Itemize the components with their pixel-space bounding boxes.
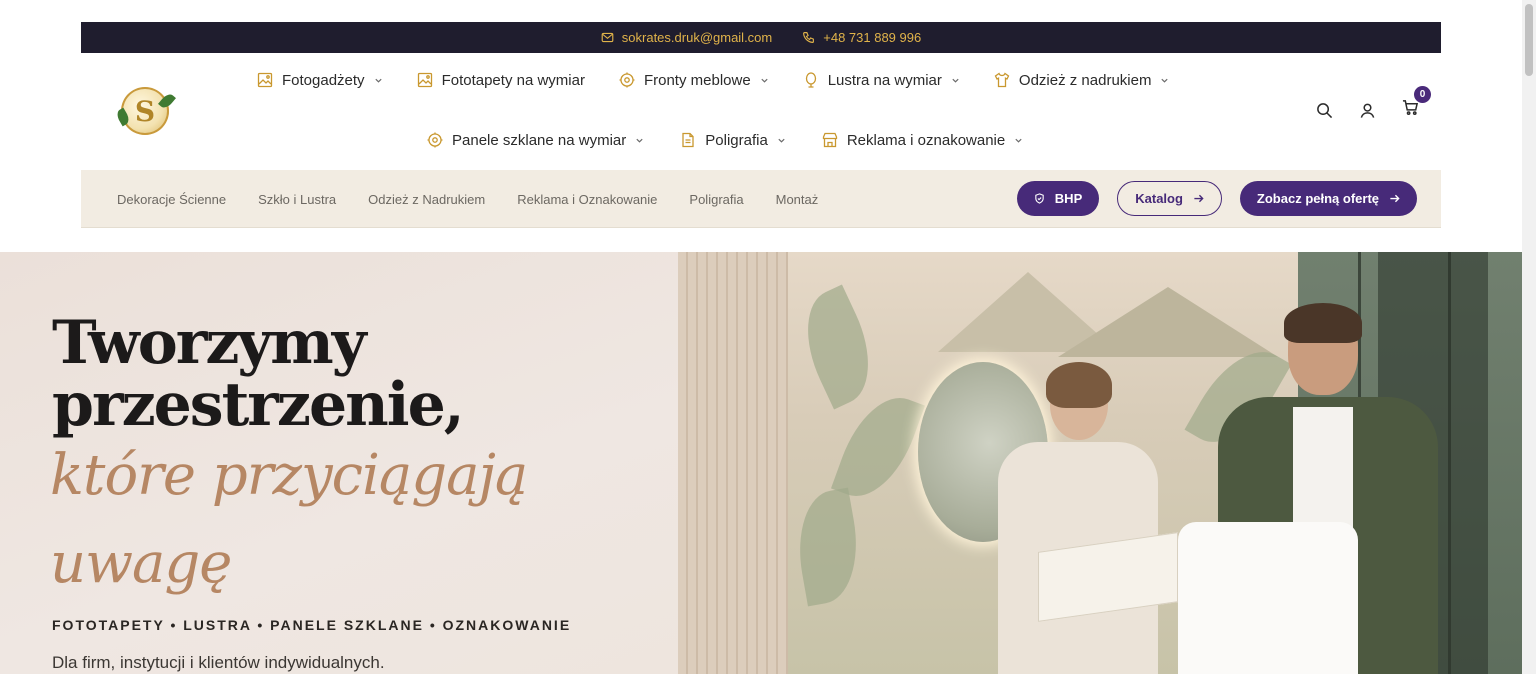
main-nav-row-2: Panele szklane na wymiar Poligrafia Rekl… [427,127,1023,153]
category-link-dekoracje[interactable]: Dekoracje Ścienne [117,192,226,207]
nav-item-label: Fotogadżety [282,71,365,89]
category-link-szklo[interactable]: Szkło i Lustra [258,192,336,207]
hero-script-heading: które przyciągają uwagę [50,432,570,608]
logo-leaf [114,107,132,127]
shield-icon [1035,193,1044,204]
header-actions: 0 [1316,86,1431,121]
target-icon [619,72,635,88]
document-icon [682,132,694,148]
chevron-down-icon [636,138,643,143]
full-offer-button[interactable]: Zobacz pełną ofertę [1239,181,1417,216]
full-offer-label: Zobacz pełną ofertę [1256,191,1379,206]
email-link[interactable]: sokrates.druk@gmail.com [601,30,772,45]
logo-leaf [158,91,176,111]
image-icon [417,72,432,88]
hero-section: Tworzymy przestrzenie, które przyciągają… [0,252,1522,674]
store-icon [822,132,837,148]
shirt-icon [994,72,1010,88]
category-actions: BHP Katalog Zobacz pełną ofertę [1016,181,1417,216]
chevron-down-icon [778,138,785,143]
category-bar: Dekoracje Ścienne Szkło i Lustra Odzież … [81,170,1441,228]
bhp-label: BHP [1054,191,1083,206]
nav-item-poligrafia[interactable]: Poligrafia [680,127,786,153]
nav-item-fotogadzety[interactable]: Fotogadżety [257,67,383,93]
site-logo[interactable]: S [114,87,176,135]
white-tshirt [1178,522,1358,674]
arrow-right-icon [1194,194,1204,203]
top-contact-bar: sokrates.druk@gmail.com +48 731 889 996 [81,22,1441,53]
man-hair [1284,303,1362,343]
category-link-montaz[interactable]: Montaż [776,192,819,207]
target-icon [427,132,443,148]
hero-title-line: przestrzenie, [52,370,465,440]
catalog-label: Katalog [1135,191,1183,206]
nav-item-label: Lustra na wymiar [827,71,942,89]
scrollbar-thumb[interactable] [1525,4,1533,76]
category-link-reklama[interactable]: Reklama i Oznakowanie [517,192,657,207]
hero-tagline: FOTOTAPETY • LUSTRA • PANELE SZKLANE • O… [52,617,572,633]
chevron-down-icon [1161,78,1169,83]
scrollbar[interactable] [1522,0,1536,674]
mirror-icon [805,72,816,88]
hero-text-panel: Tworzymy przestrzenie, które przyciągają… [0,252,678,674]
mail-icon [601,32,614,43]
nav-item-label: Reklama i oznakowanie [846,131,1006,149]
site-header: S Fotogadżety Fototapety na wymiar Front… [81,53,1441,170]
nav-item-label: Odzież z nadrukiem [1018,71,1152,89]
chevron-down-icon [1015,138,1022,143]
image-icon [257,72,273,88]
main-nav-row-1: Fotogadżety Fototapety na wymiar Fronty … [257,67,1169,93]
category-links: Dekoracje Ścienne Szkło i Lustra Odzież … [117,170,818,228]
arrow-right-icon [1390,194,1400,203]
hero-script-line: które przyciągają [50,443,528,508]
hero-image [678,252,1522,674]
nav-item-panele-szklane[interactable]: Panele szklane na wymiar [427,127,644,153]
nav-item-label: Panele szklane na wymiar [452,131,627,149]
nav-item-label: Fototapety na wymiar [441,71,585,89]
hero-title: Tworzymy przestrzenie, [52,308,465,440]
email-text: sokrates.druk@gmail.com [621,30,773,45]
nav-item-odziez[interactable]: Odzież z nadrukiem [994,67,1170,93]
user-icon[interactable] [1359,102,1376,119]
nav-item-fototapety[interactable]: Fototapety na wymiar [417,67,585,93]
cart-count-badge: 0 [1414,86,1431,103]
page: sokrates.druk@gmail.com +48 731 889 996 … [0,0,1536,674]
category-link-odziez[interactable]: Odzież z Nadrukiem [368,192,485,207]
hero-script-line: uwagę [50,531,232,596]
cart-icon [1402,100,1419,116]
category-link-poligrafia[interactable]: Poligrafia [689,192,743,207]
logo-letter: S [134,94,156,128]
wall-slats [678,252,788,674]
nav-item-label: Fronty meblowe [643,71,751,89]
woman-hair [1046,362,1112,408]
chevron-down-icon [761,78,768,83]
chevron-down-icon [374,78,382,83]
chevron-down-icon [952,78,959,83]
bhp-button[interactable]: BHP [1016,181,1100,216]
mural-leaf [787,284,889,410]
hero-title-line: Tworzymy [52,308,367,378]
catalog-button[interactable]: Katalog [1117,181,1222,216]
phone-link[interactable]: +48 731 889 996 [802,30,921,45]
phone-icon [803,32,815,43]
phone-text: +48 731 889 996 [823,30,922,45]
mural-leaf [788,487,868,607]
woman-figure [998,362,1158,674]
nav-item-reklama[interactable]: Reklama i oznakowanie [822,127,1023,153]
nav-item-fronty-meblowe[interactable]: Fronty meblowe [619,67,769,93]
hero-subtitle: Dla firm, instytucji i klientów indywidu… [52,653,385,672]
nav-item-lustra[interactable]: Lustra na wymiar [803,67,960,93]
nav-item-label: Poligrafia [705,131,768,149]
search-icon[interactable] [1316,102,1333,119]
cart-button[interactable]: 0 [1402,86,1431,121]
